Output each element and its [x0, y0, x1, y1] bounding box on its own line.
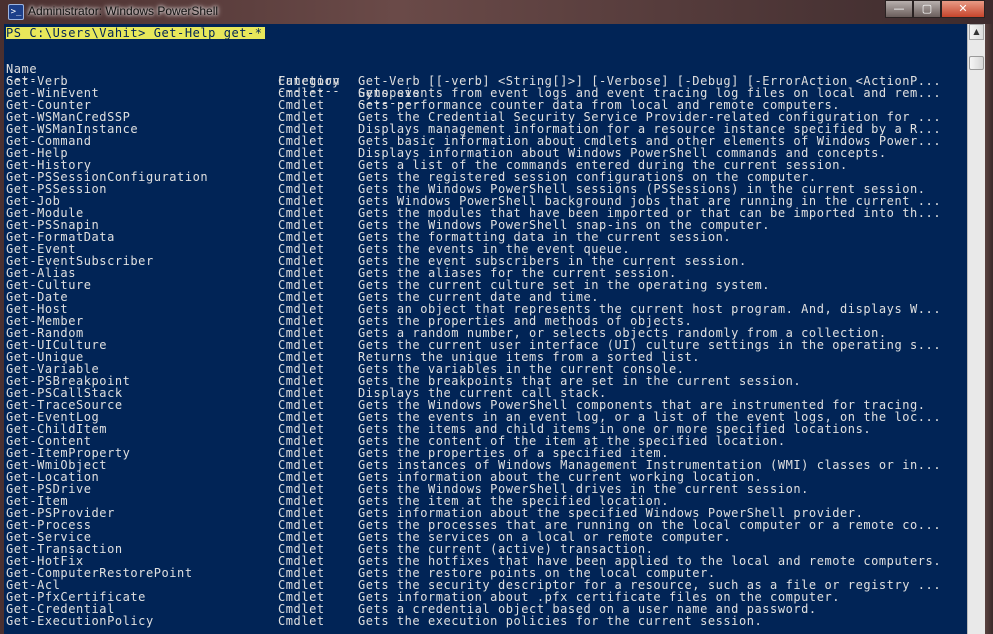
powershell-window: >_ Administrator: Windows PowerShell — ▢… — [0, 0, 993, 634]
window-frame — [985, 24, 993, 634]
window-title: Administrator: Windows PowerShell — [28, 4, 219, 18]
title-bar[interactable]: >_ Administrator: Windows PowerShell — ▢… — [0, 0, 993, 24]
minimize-button[interactable]: — — [885, 0, 913, 18]
cmdlet-synopsis: Gets the execution policies for the curr… — [358, 614, 763, 628]
scroll-up-arrow-icon[interactable]: ▲ — [969, 24, 984, 40]
scrollbar-thumb[interactable] — [969, 56, 984, 70]
vertical-scrollbar[interactable]: ▲ — [967, 24, 985, 634]
powershell-icon: >_ — [8, 4, 24, 20]
window-controls: — ▢ ✕ — [885, 0, 985, 18]
maximize-button[interactable]: ▢ — [913, 0, 941, 18]
command-prompt: PS C:\Users\Vahit> Get-Help get-* — [6, 26, 265, 40]
console-output[interactable]: PS C:\Users\Vahit> Get-Help get-* Name C… — [4, 24, 967, 634]
cmdlet-category: Cmdlet — [278, 614, 325, 628]
close-button[interactable]: ✕ — [941, 0, 985, 18]
header-underlines: ---- -------- -------- — [6, 61, 420, 109]
cmdlet-name: Get-ExecutionPolicy — [6, 614, 154, 628]
